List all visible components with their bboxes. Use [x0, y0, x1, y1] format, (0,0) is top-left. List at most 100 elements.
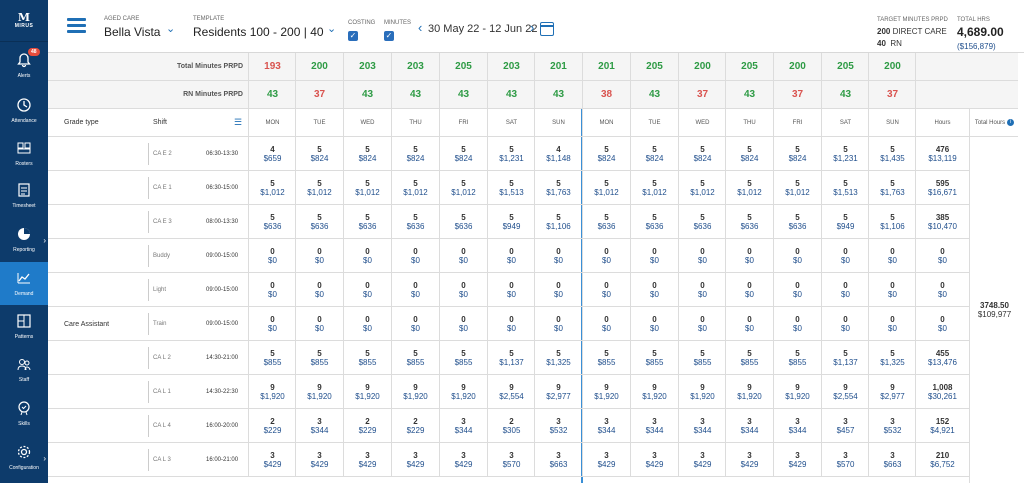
demand-cell[interactable]: 0 $0 [582, 239, 630, 272]
demand-cell[interactable]: 5 $1,137 [487, 341, 535, 374]
demand-cell[interactable]: 9 $1,920 [582, 375, 630, 408]
demand-cell[interactable]: 5 $855 [343, 341, 391, 374]
demand-cell[interactable]: 3 $429 [295, 443, 343, 476]
demand-cell[interactable]: 0 $0 [678, 239, 726, 272]
demand-cell[interactable]: 9 $2,554 [487, 375, 535, 408]
demand-cell[interactable]: 9 $1,920 [391, 375, 439, 408]
demand-cell[interactable]: 3 $344 [630, 409, 678, 442]
demand-cell[interactable]: 5 $855 [630, 341, 678, 374]
demand-cell[interactable]: 0 $0 [630, 307, 678, 340]
demand-cell[interactable]: 9 $2,554 [821, 375, 869, 408]
prev-period-icon[interactable]: ‹ [418, 20, 422, 35]
sidebar-item-configuration[interactable]: Configuration › [0, 436, 48, 479]
demand-cell[interactable]: 3 $429 [391, 443, 439, 476]
demand-cell[interactable]: 3 $429 [630, 443, 678, 476]
demand-cell[interactable]: 3 $429 [725, 443, 773, 476]
demand-cell[interactable]: 9 $1,920 [295, 375, 343, 408]
demand-cell[interactable]: 9 $2,977 [868, 375, 916, 408]
demand-cell[interactable]: 0 $0 [439, 307, 487, 340]
demand-cell[interactable]: 5 $855 [439, 341, 487, 374]
demand-cell[interactable]: 5 $636 [343, 205, 391, 238]
demand-cell[interactable]: 0 $0 [391, 239, 439, 272]
demand-cell[interactable]: 9 $1,920 [248, 375, 296, 408]
demand-cell[interactable]: 0 $0 [868, 273, 916, 306]
demand-cell[interactable]: 0 $0 [439, 239, 487, 272]
demand-cell[interactable]: 5 $636 [439, 205, 487, 238]
demand-cell[interactable]: 0 $0 [295, 239, 343, 272]
sidebar-item-rosters[interactable]: Rosters [0, 132, 48, 175]
shift-name[interactable]: CA E 3 [153, 219, 172, 225]
demand-cell[interactable]: 2 $229 [391, 409, 439, 442]
demand-cell[interactable]: 0 $0 [487, 273, 535, 306]
demand-cell[interactable]: 5 $1,513 [821, 171, 869, 204]
demand-cell[interactable]: 5 $824 [725, 137, 773, 170]
sidebar-item-attendance[interactable]: Attendance [0, 89, 48, 132]
aged-care-value[interactable]: Bella Vista [104, 25, 160, 39]
shift-name[interactable]: CA L 4 [153, 423, 171, 429]
demand-cell[interactable]: 5 $949 [487, 205, 535, 238]
demand-cell[interactable]: 3 $429 [773, 443, 821, 476]
demand-cell[interactable]: 0 $0 [534, 239, 582, 272]
demand-cell[interactable]: 5 $855 [582, 341, 630, 374]
demand-cell[interactable]: 5 $1,012 [391, 171, 439, 204]
sidebar-item-reporting[interactable]: Reporting › [0, 218, 48, 261]
demand-cell[interactable]: 5 $824 [678, 137, 726, 170]
shift-name[interactable]: Light [153, 287, 166, 293]
demand-cell[interactable]: 0 $0 [678, 307, 726, 340]
demand-cell[interactable]: 5 $1,012 [678, 171, 726, 204]
demand-cell[interactable]: 0 $0 [630, 239, 678, 272]
shift-name[interactable]: CA E 1 [153, 185, 172, 191]
demand-cell[interactable]: 5 $1,012 [582, 171, 630, 204]
demand-cell[interactable]: 5 $1,012 [773, 171, 821, 204]
shift-name[interactable]: CA L 1 [153, 389, 171, 395]
shift-name[interactable]: CA E 2 [153, 151, 172, 157]
demand-cell[interactable]: 5 $1,012 [630, 171, 678, 204]
demand-cell[interactable]: 3 $344 [678, 409, 726, 442]
costing-checkbox[interactable]: ✓ [348, 31, 358, 41]
demand-cell[interactable]: 5 $636 [678, 205, 726, 238]
demand-cell[interactable]: 3 $532 [534, 409, 582, 442]
demand-cell[interactable]: 3 $429 [678, 443, 726, 476]
demand-cell[interactable]: 9 $1,920 [343, 375, 391, 408]
sidebar-item-skills[interactable]: Skills [0, 392, 48, 435]
demand-cell[interactable]: 3 $570 [487, 443, 535, 476]
demand-cell[interactable]: 0 $0 [678, 273, 726, 306]
demand-cell[interactable]: 5 $1,231 [821, 137, 869, 170]
demand-cell[interactable]: 3 $344 [773, 409, 821, 442]
demand-cell[interactable]: 2 $229 [248, 409, 296, 442]
demand-cell[interactable]: 4 $1,148 [534, 137, 582, 170]
shift-name[interactable]: Train [153, 321, 166, 327]
demand-cell[interactable]: 0 $0 [725, 239, 773, 272]
demand-cell[interactable]: 9 $1,920 [678, 375, 726, 408]
demand-cell[interactable]: 5 $1,012 [295, 171, 343, 204]
demand-cell[interactable]: 5 $636 [773, 205, 821, 238]
sidebar-item-timesheet[interactable]: Timesheet [0, 174, 48, 217]
demand-cell[interactable]: 0 $0 [248, 273, 296, 306]
demand-cell[interactable]: 3 $457 [821, 409, 869, 442]
sidebar-item-alerts[interactable]: Alerts 48 [0, 44, 48, 87]
demand-cell[interactable]: 9 $2,977 [534, 375, 582, 408]
demand-cell[interactable]: 3 $344 [582, 409, 630, 442]
demand-cell[interactable]: 0 $0 [343, 239, 391, 272]
demand-cell[interactable]: 5 $855 [773, 341, 821, 374]
demand-cell[interactable]: 0 $0 [821, 239, 869, 272]
demand-cell[interactable]: 0 $0 [248, 307, 296, 340]
demand-cell[interactable]: 5 $824 [391, 137, 439, 170]
demand-cell[interactable]: 0 $0 [773, 239, 821, 272]
demand-cell[interactable]: 0 $0 [343, 273, 391, 306]
demand-cell[interactable]: 0 $0 [534, 273, 582, 306]
demand-cell[interactable]: 5 $1,325 [868, 341, 916, 374]
demand-cell[interactable]: 3 $429 [582, 443, 630, 476]
demand-cell[interactable]: 0 $0 [248, 239, 296, 272]
demand-cell[interactable]: 5 $824 [582, 137, 630, 170]
sidebar-item-staff[interactable]: Staff [0, 348, 48, 391]
demand-cell[interactable]: 9 $1,920 [725, 375, 773, 408]
demand-cell[interactable]: 3 $344 [725, 409, 773, 442]
minutes-checkbox[interactable]: ✓ [384, 31, 394, 41]
demand-cell[interactable]: 5 $1,231 [487, 137, 535, 170]
demand-cell[interactable]: 0 $0 [391, 273, 439, 306]
calendar-icon[interactable] [540, 22, 554, 36]
demand-cell[interactable]: 5 $1,763 [868, 171, 916, 204]
demand-cell[interactable]: 5 $1,763 [534, 171, 582, 204]
sidebar-item-patterns[interactable]: Patterns [0, 305, 48, 348]
